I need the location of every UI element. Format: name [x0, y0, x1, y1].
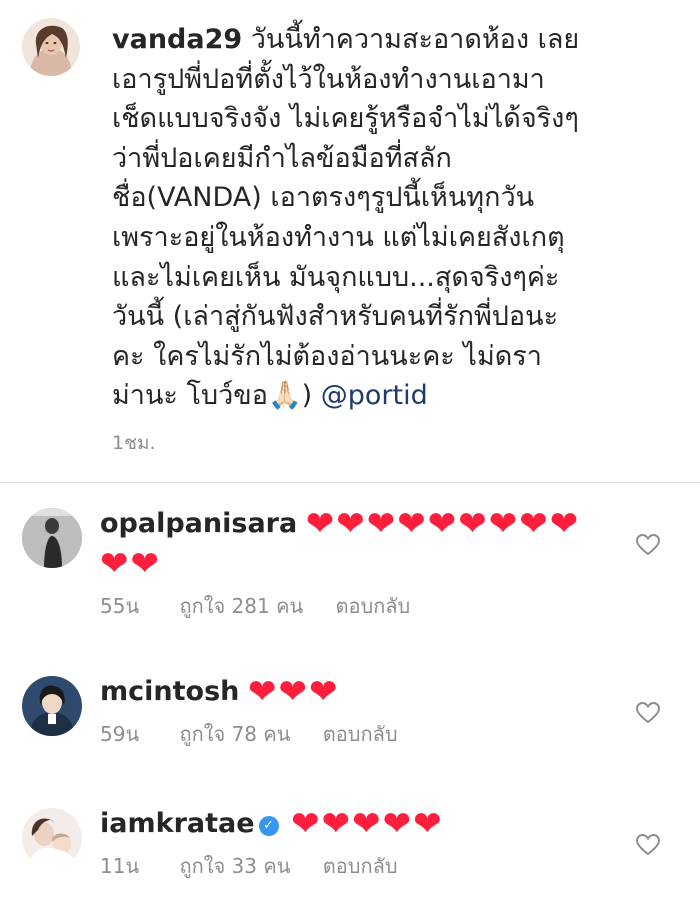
reply-button[interactable]: ตอบกลับ: [323, 722, 398, 746]
comment-text: mcintosh ❤❤❤: [100, 672, 600, 712]
comment-body: mcintosh ❤❤❤ 59น ถูกใจ 78 คน ตอบกลับ: [100, 672, 600, 750]
caption-divider: [0, 482, 700, 483]
heart-outline-icon[interactable]: [636, 834, 660, 856]
reply-button[interactable]: ตอบกลับ: [336, 594, 411, 618]
heart-outline-icon[interactable]: [636, 702, 660, 724]
commenter-avatar-image: [22, 676, 82, 736]
comment-username[interactable]: opalpanisara: [100, 508, 297, 539]
caption-body: วันนี้ทำความสะอาดห้อง เลย เอารูปพี่ปอที่…: [112, 24, 580, 412]
comment-hearts: ❤❤❤❤❤: [291, 804, 444, 844]
verified-badge-icon: ✓: [258, 816, 279, 836]
commenter-avatar[interactable]: [22, 676, 82, 736]
comment-meta: 11น ถูกใจ 33 คน ตอบกลับ: [100, 850, 600, 882]
comment-meta: 55น ถูกใจ 281 คน ตอบกลับ: [100, 590, 600, 622]
caption-timestamp: 1ชม.: [112, 432, 156, 454]
comment-text: opalpanisara ❤❤❤❤❤❤❤❤❤❤❤: [100, 504, 600, 584]
commenter-avatar[interactable]: [22, 508, 82, 568]
comment-time: 59น: [100, 722, 140, 746]
commenter-avatar-image: [22, 808, 82, 868]
poster-avatar-image: [22, 18, 80, 76]
post-username[interactable]: vanda29: [112, 24, 242, 55]
caption-mention[interactable]: @portid: [321, 380, 428, 411]
comment-username[interactable]: iamkratae: [100, 808, 255, 839]
comment-hearts: ❤❤❤: [247, 672, 340, 712]
commenter-avatar[interactable]: [22, 808, 82, 868]
comment-text: iamkratae ✓ ❤❤❤❤❤: [100, 804, 600, 844]
poster-avatar[interactable]: [22, 18, 80, 76]
caption-container: vanda29 วันนี้ทำความสะอาดห้อง เลย เอารูป…: [112, 20, 672, 416]
heart-outline-icon[interactable]: [636, 534, 660, 556]
comment-likes-count[interactable]: ถูกใจ 281 คน: [179, 594, 303, 618]
comment-username[interactable]: mcintosh: [100, 676, 239, 707]
comment-body: opalpanisara ❤❤❤❤❤❤❤❤❤❤❤ 55น ถูกใจ 281 ค…: [100, 504, 600, 622]
comment-meta: 59น ถูกใจ 78 คน ตอบกลับ: [100, 718, 600, 750]
comment-likes-count[interactable]: ถูกใจ 78 คน: [179, 722, 290, 746]
comment-body: iamkratae ✓ ❤❤❤❤❤ 11น ถูกใจ 33 คน ตอบกลับ: [100, 804, 600, 882]
caption-text: vanda29 วันนี้ทำความสะอาดห้อง เลย เอารูป…: [112, 20, 672, 416]
comment-time: 11น: [100, 854, 140, 878]
reply-button[interactable]: ตอบกลับ: [323, 854, 398, 878]
commenter-avatar-image: [22, 508, 82, 568]
comment-likes-count[interactable]: ถูกใจ 33 คน: [179, 854, 290, 878]
comment-time: 55น: [100, 594, 140, 618]
